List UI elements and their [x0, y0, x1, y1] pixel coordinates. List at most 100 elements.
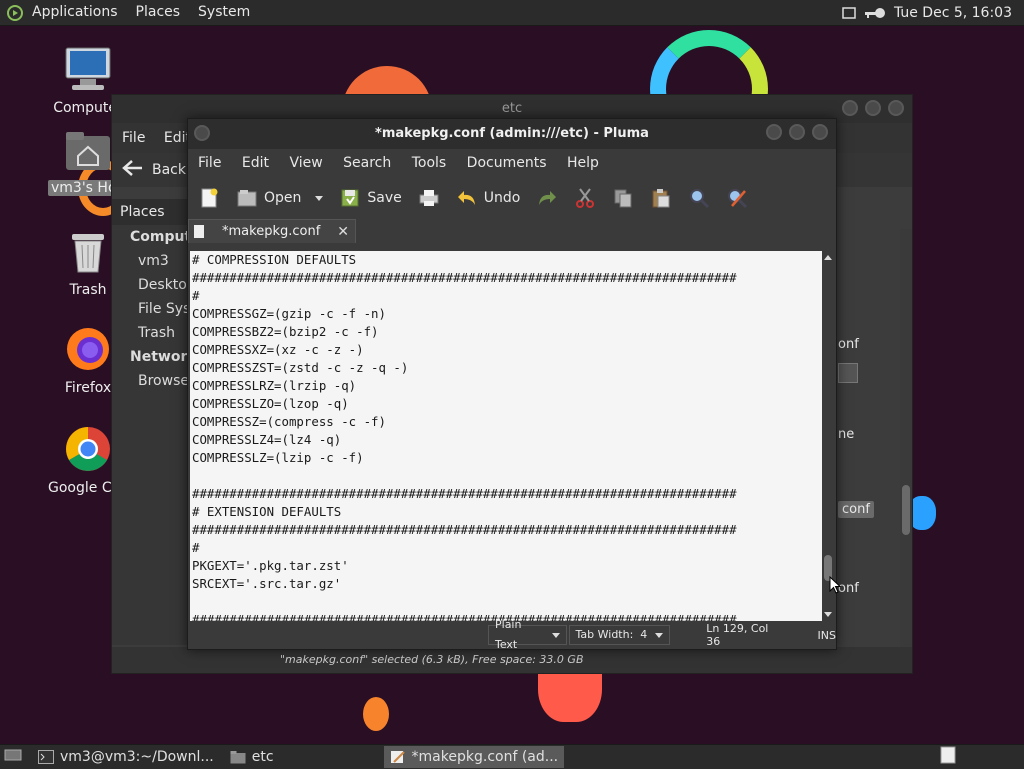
places-menu[interactable]: Places: [127, 0, 190, 25]
close-button[interactable]: [888, 100, 904, 116]
editor-toolbar: Open Save Undo: [188, 177, 836, 219]
file-manager-sidebar: Computer vm3 Desktop File System Trash N…: [112, 225, 188, 645]
sidebar-item-filesystem[interactable]: File System: [112, 297, 188, 321]
clock[interactable]: Tue Dec 5, 16:03: [894, 5, 1012, 21]
menu-view[interactable]: View: [289, 155, 322, 171]
sidebar-item-home[interactable]: vm3: [112, 249, 188, 273]
menu-file[interactable]: File: [122, 130, 145, 146]
cut-button[interactable]: [574, 187, 596, 209]
sidebar-item-browse-network[interactable]: Browse Network: [112, 369, 188, 393]
maximize-button[interactable]: [789, 124, 805, 140]
sidebar-item-trash[interactable]: Trash: [112, 321, 188, 345]
menu-file[interactable]: File: [198, 155, 221, 171]
find-replace-button[interactable]: [726, 187, 748, 209]
paste-clipboard-icon: [652, 189, 670, 208]
sidebar-item-desktop[interactable]: Desktop: [112, 273, 188, 297]
taskbar-label: vm3@vm3:~/Downl...: [60, 749, 214, 765]
taskbar-item-editor[interactable]: *makepkg.conf (ad...: [383, 746, 565, 768]
insert-mode: INS: [817, 628, 836, 642]
menu-search[interactable]: Search: [343, 155, 391, 171]
text-editor-icon: [390, 751, 405, 763]
file-manager-scrollbar[interactable]: [900, 229, 912, 649]
tab-width-label: Tab Width: 4: [575, 628, 648, 641]
cut-scissors-icon: [576, 188, 595, 208]
system-menu[interactable]: System: [189, 0, 259, 25]
home-folder-icon: [66, 132, 110, 170]
chevron-down-icon: [655, 632, 664, 638]
trash-icon: [72, 234, 104, 273]
undo-label: Undo: [483, 190, 521, 206]
file-icon[interactable]: [838, 363, 858, 383]
file-list-fragment: onf ne conf onf: [838, 225, 900, 645]
paste-button[interactable]: [650, 187, 672, 209]
scroll-up-icon[interactable]: [824, 255, 832, 260]
file-label[interactable]: onf: [838, 581, 859, 596]
workspace-switcher[interactable]: [940, 746, 956, 768]
taskbar-item-file-manager[interactable]: etc: [224, 746, 280, 768]
editor-window: *makepkg.conf (admin:///etc) - Pluma Fil…: [187, 118, 837, 651]
back-button[interactable]: Back: [152, 162, 186, 178]
editor-content[interactable]: # COMPRESSION DEFAULTS #################…: [190, 251, 824, 621]
mouse-pointer-icon: [829, 576, 841, 594]
copy-icon: [614, 189, 632, 208]
document-tabbar: *makepkg.conf ✕: [188, 219, 836, 243]
menu-edit[interactable]: Edit: [242, 155, 269, 171]
tab-close-icon[interactable]: ✕: [337, 224, 349, 240]
redo-icon: [539, 191, 557, 205]
undo-button[interactable]: Undo: [456, 187, 521, 209]
document-tab[interactable]: *makepkg.conf ✕: [188, 219, 356, 243]
editor-menubar: File Edit View Search Tools Documents He…: [188, 149, 836, 177]
find-replace-icon: [728, 189, 748, 209]
copy-button[interactable]: [612, 187, 634, 209]
folder-icon: [230, 751, 246, 764]
redo-button[interactable]: [536, 187, 558, 209]
editor-titlebar[interactable]: *makepkg.conf (admin:///etc) - Pluma: [188, 119, 836, 149]
menu-help[interactable]: Help: [567, 155, 599, 171]
show-desktop-icon[interactable]: [4, 748, 22, 766]
computer-icon: [65, 47, 111, 90]
sidebar-header-computer: Computer: [130, 229, 188, 245]
editor-scrollbar[interactable]: [822, 251, 834, 621]
taskbar-label: *makepkg.conf (ad...: [411, 749, 559, 765]
file-label[interactable]: onf: [838, 337, 859, 352]
taskbar-item-terminal[interactable]: vm3@vm3:~/Downl...: [32, 746, 220, 768]
sidebar-header-network: Network: [130, 349, 188, 365]
new-button[interactable]: [198, 187, 220, 209]
tab-label: *makepkg.conf: [222, 224, 321, 239]
tab-width-selector[interactable]: Tab Width: 4: [568, 625, 671, 645]
back-arrow-icon[interactable]: [122, 159, 144, 181]
undo-icon: [457, 191, 475, 205]
file-label[interactable]: ne: [838, 427, 854, 442]
save-button[interactable]: Save: [339, 187, 402, 209]
window-menu-button[interactable]: [194, 125, 210, 141]
open-label: Open: [264, 190, 302, 206]
open-button[interactable]: Open: [236, 187, 324, 209]
find-button[interactable]: [688, 187, 710, 209]
minimize-button[interactable]: [766, 124, 782, 140]
cursor-position: Ln 129, Col 36: [706, 622, 769, 648]
terminal-icon: [38, 750, 54, 764]
selected-file-label[interactable]: conf: [838, 501, 874, 518]
notification-icon[interactable]: [842, 6, 856, 20]
editor-statusbar: Plain Text Tab Width: 4 Ln 129, Col 36 I…: [188, 618, 836, 651]
new-document-icon: [201, 188, 218, 208]
open-dropdown-icon[interactable]: [315, 195, 324, 201]
applications-menu[interactable]: Applications: [23, 0, 127, 25]
firefox-icon: [67, 328, 109, 370]
places-dropdown[interactable]: Places: [112, 199, 188, 225]
save-label: Save: [367, 190, 402, 206]
text-editor-area[interactable]: # COMPRESSION DEFAULTS #################…: [190, 251, 824, 621]
menu-documents[interactable]: Documents: [467, 155, 547, 171]
menu-tools[interactable]: Tools: [412, 155, 447, 171]
scroll-down-icon[interactable]: [824, 612, 832, 617]
key-icon[interactable]: [864, 6, 886, 20]
syntax-highlight-selector[interactable]: Plain Text: [488, 618, 567, 651]
save-icon: [341, 189, 359, 207]
document-icon: [194, 225, 204, 238]
minimize-button[interactable]: [842, 100, 858, 116]
maximize-button[interactable]: [865, 100, 881, 116]
chevron-down-icon: [551, 632, 560, 638]
close-button[interactable]: [812, 124, 828, 140]
print-button[interactable]: [418, 187, 440, 209]
mate-logo-icon[interactable]: [7, 4, 23, 21]
